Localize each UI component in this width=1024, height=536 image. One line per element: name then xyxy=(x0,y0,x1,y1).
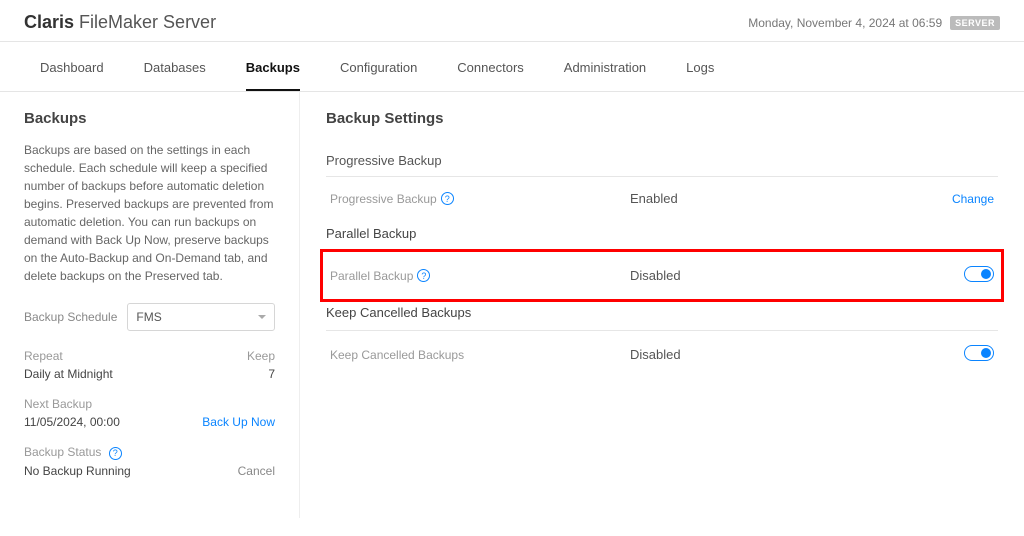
backup-status-row: No Backup Running Cancel xyxy=(24,464,275,478)
keep-cancelled-value: Disabled xyxy=(630,347,914,362)
progressive-backup-value: Enabled xyxy=(630,191,914,206)
help-icon[interactable]: ? xyxy=(441,192,454,205)
backup-status-value: No Backup Running xyxy=(24,464,131,478)
section-parallel-heading: Parallel Backup xyxy=(326,222,998,252)
parallel-backup-row: Parallel Backup ? Disabled xyxy=(326,252,998,299)
help-icon[interactable]: ? xyxy=(417,269,430,282)
header-datetime: Monday, November 4, 2024 at 06:59 xyxy=(748,16,942,30)
tab-connectors[interactable]: Connectors xyxy=(457,42,523,91)
tab-dashboard[interactable]: Dashboard xyxy=(40,42,104,91)
keep-value: 7 xyxy=(268,367,275,381)
parallel-backup-toggle[interactable] xyxy=(964,266,994,282)
header-bar: Claris FileMaker Server Monday, November… xyxy=(0,0,1024,42)
cancel-link[interactable]: Cancel xyxy=(238,464,275,478)
server-badge: SERVER xyxy=(950,16,1000,30)
section-keepcancelled-heading: Keep Cancelled Backups xyxy=(326,301,998,331)
highlight-parallel-row: Parallel Backup ? Disabled xyxy=(320,249,1004,302)
parallel-backup-label: Parallel Backup xyxy=(330,269,413,283)
repeat-value: Daily at Midnight xyxy=(24,367,113,381)
keep-cancelled-toggle[interactable] xyxy=(964,345,994,361)
help-icon[interactable]: ? xyxy=(109,447,122,460)
progressive-backup-row: Progressive Backup ? Enabled Change xyxy=(326,177,998,220)
backup-status-label: Backup Status ? xyxy=(24,445,122,460)
keep-cancelled-label: Keep Cancelled Backups xyxy=(330,348,464,362)
repeat-keep-values: Daily at Midnight 7 xyxy=(24,367,275,381)
next-backup-row: 11/05/2024, 00:00 Back Up Now xyxy=(24,415,275,429)
repeat-keep-row: Repeat Keep xyxy=(24,349,275,363)
tab-databases[interactable]: Databases xyxy=(144,42,206,91)
back-up-now-link[interactable]: Back Up Now xyxy=(202,415,275,429)
backup-schedule-label: Backup Schedule xyxy=(24,310,117,324)
brand: Claris FileMaker Server xyxy=(24,12,216,33)
keep-label: Keep xyxy=(247,349,275,363)
sidebar-title: Backups xyxy=(24,110,275,127)
main-panel: Backup Settings Progressive Backup Progr… xyxy=(300,92,1024,518)
backup-schedule-select[interactable]: FMS xyxy=(127,303,275,331)
brand-bold: Claris xyxy=(24,12,74,32)
brand-product: FileMaker Server xyxy=(74,12,216,32)
repeat-label: Repeat xyxy=(24,349,63,363)
next-backup-label: Next Backup xyxy=(24,397,92,411)
sidebar: Backups Backups are based on the setting… xyxy=(0,92,300,518)
backup-schedule-value: FMS xyxy=(136,310,161,324)
content: Backups Backups are based on the setting… xyxy=(0,92,1024,518)
main-title: Backup Settings xyxy=(326,110,998,127)
next-backup-value: 11/05/2024, 00:00 xyxy=(24,415,120,429)
backup-schedule-row: Backup Schedule FMS xyxy=(24,303,275,331)
parallel-backup-value: Disabled xyxy=(630,268,914,283)
keep-cancelled-row: Keep Cancelled Backups Disabled xyxy=(326,331,998,378)
sidebar-description: Backups are based on the settings in eac… xyxy=(24,141,275,285)
top-nav-tabs: Dashboard Databases Backups Configuratio… xyxy=(0,42,1024,92)
tab-configuration[interactable]: Configuration xyxy=(340,42,417,91)
tab-logs[interactable]: Logs xyxy=(686,42,714,91)
section-progressive-heading: Progressive Backup xyxy=(326,143,998,177)
header-right: Monday, November 4, 2024 at 06:59 SERVER xyxy=(748,16,1000,30)
progressive-backup-label: Progressive Backup xyxy=(330,192,437,206)
progressive-backup-change-link[interactable]: Change xyxy=(952,192,994,206)
tab-backups[interactable]: Backups xyxy=(246,42,300,91)
tab-administration[interactable]: Administration xyxy=(564,42,646,91)
